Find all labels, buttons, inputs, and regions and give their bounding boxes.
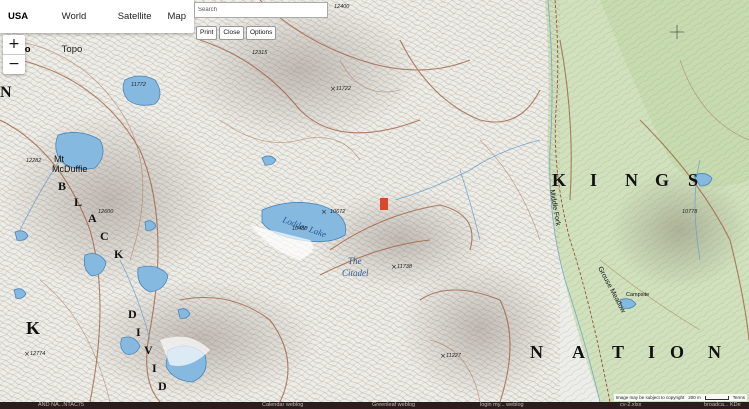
label-national-o: O (670, 342, 684, 362)
tab-usa-topo[interactable]: USA Topo (0, 0, 54, 55)
label-divide-d2: D (158, 379, 167, 393)
zoom-control: + − (3, 35, 25, 74)
copyright-notice: Image may be subject to copyright (615, 395, 685, 400)
elev-11772: 11772 (131, 82, 146, 88)
print-button[interactable]: Print (196, 26, 218, 40)
elev-12600: 12600 (98, 209, 114, 215)
taskbar-item[interactable]: login my... weblog (480, 402, 524, 409)
label-mcduffie: McDuffie (52, 164, 87, 174)
label-national-n2: N (708, 342, 721, 362)
taskbar-item[interactable]: AND NA...NTAC75 (38, 402, 84, 409)
map-toolbar: Print Close Options (196, 26, 277, 40)
label-divide-i: I (136, 325, 141, 339)
label-black-c: C (100, 229, 109, 243)
label-campsite: Campsite (626, 292, 649, 298)
label-divide-v: V (144, 343, 153, 357)
close-button[interactable]: Close (219, 26, 244, 40)
label-black-k: K (114, 247, 124, 261)
search-input[interactable] (194, 2, 328, 18)
topo-map[interactable]: K I N G S N A T I O N K N B L A C K D I … (0, 0, 749, 402)
taskbar-item[interactable]: broadca... KDe (704, 402, 741, 409)
tab-world-topo[interactable]: World Topo (54, 0, 110, 55)
svg-text:×: × (24, 350, 30, 358)
terms-link[interactable]: Terms (733, 394, 745, 401)
elev-10778: 10778 (682, 209, 698, 215)
svg-text:×: × (330, 85, 336, 93)
tab-map[interactable]: Map (160, 0, 194, 33)
label-divide-i2: I (152, 361, 157, 375)
taskbar-item[interactable]: Greenleaf weblog (372, 402, 415, 409)
label-the: The (348, 256, 362, 266)
zoom-out-button[interactable]: − (3, 55, 25, 74)
options-button[interactable]: Options (246, 26, 277, 40)
taskbar-item[interactable]: cv-2.xlsx (620, 402, 641, 409)
label-kings-k: K (552, 170, 566, 190)
taskbar-item[interactable]: Calendar weblog (262, 402, 303, 409)
svg-text:×: × (440, 352, 446, 360)
elev-10480: 10480 (292, 226, 308, 232)
elev-11738: 11738 (397, 264, 413, 270)
label-n-left: N (0, 84, 12, 101)
label-black-l: L (74, 195, 82, 209)
elev-12315: 12315 (252, 50, 268, 56)
map-attribution: Image may be subject to copyright 200 m … (613, 394, 747, 401)
map-app: K I N G S N A T I O N K N B L A C K D I … (0, 0, 749, 409)
label-black-b: B (58, 179, 66, 193)
tab-satellite[interactable]: Satellite (110, 0, 160, 33)
label-black-a: A (88, 211, 97, 225)
label-national-t: T (612, 342, 624, 362)
label-citadel: Citadel (342, 268, 369, 278)
svg-text:×: × (321, 208, 327, 216)
elev-12774: 12774 (30, 351, 45, 357)
basemap-tabs: USA Topo World Topo Satellite Map (0, 0, 194, 55)
taskbar: AND NA...NTAC75 Calendar weblog Greenlea… (0, 402, 749, 409)
zoom-in-button[interactable]: + (3, 35, 25, 55)
label-kings-g: G (655, 170, 669, 190)
label-kings-s: S (688, 170, 698, 190)
svg-text:×: × (391, 263, 397, 271)
label-divide-d: D (128, 307, 137, 321)
label-mt: Mt (54, 154, 64, 164)
elev-12282: 12282 (26, 158, 41, 164)
elev-12400: 12400 (334, 4, 350, 10)
label-k-left: K (26, 318, 40, 338)
label-national-i: I (648, 342, 655, 362)
label-national-a: A (572, 342, 585, 362)
label-kings-n: N (625, 170, 638, 190)
location-marker[interactable] (380, 198, 388, 210)
label-national-n: N (530, 342, 543, 362)
scale-bar (704, 395, 729, 400)
label-kings-i: I (590, 170, 597, 190)
scale-label: 200 m (688, 395, 701, 400)
elev-11227: 11227 (446, 353, 462, 359)
elev-11722: 11722 (336, 86, 351, 92)
elev-10672: 10672 (330, 209, 345, 215)
